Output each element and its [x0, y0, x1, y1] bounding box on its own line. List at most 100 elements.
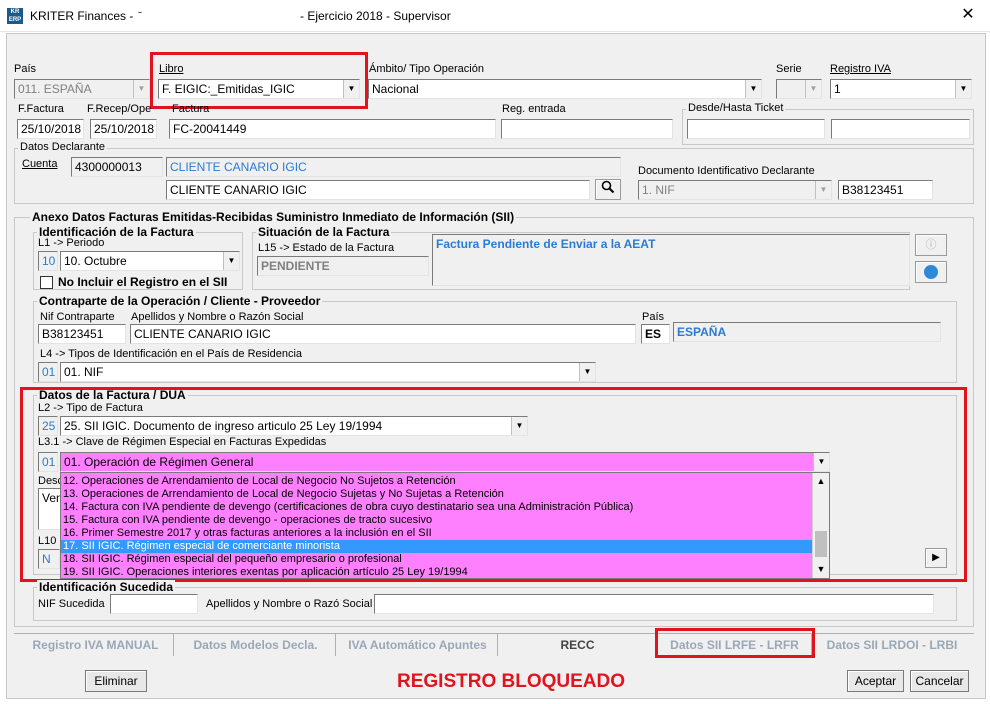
- no-incluir-label: No Incluir el Registro en el SII: [58, 275, 228, 289]
- clave-label: L3.1 -> Clave de Régimen Especial en Fac…: [38, 436, 327, 448]
- cliente-name-input[interactable]: CLIENTE CANARIO IGIC: [166, 180, 590, 200]
- estado-value: PENDIENTE: [257, 256, 429, 276]
- datos-factura-title: Datos de la Factura / DUA: [37, 388, 188, 402]
- estado-label: L15 -> Estado de la Factura: [258, 242, 395, 254]
- ambito-label: Ámbito/ Tipo Operación: [369, 63, 484, 75]
- next-button[interactable]: ▶: [925, 548, 947, 568]
- tab-datos-sii-lrfe[interactable]: Datos SII LRFE - LRFR: [658, 634, 812, 656]
- chevron-down-icon[interactable]: ▼: [815, 181, 831, 199]
- doc-type-select[interactable]: 1. NIF ▼: [638, 180, 832, 200]
- tipos-id-select[interactable]: 01. NIF ▼: [60, 362, 596, 382]
- tab-registro-iva-manual[interactable]: Registro IVA MANUAL: [18, 634, 174, 656]
- serie-label: Serie: [776, 63, 802, 75]
- chevron-down-icon[interactable]: ▼: [813, 561, 829, 578]
- chevron-down-icon[interactable]: ▼: [579, 363, 595, 381]
- periodo-select[interactable]: 10. Octubre ▼: [60, 251, 240, 271]
- chevron-down-icon[interactable]: ▼: [223, 252, 239, 270]
- cuenta-input[interactable]: 4300000013: [71, 157, 163, 177]
- doc-value-input[interactable]: B38123451: [838, 180, 933, 200]
- nif-sucedida-label: NIF Sucedida: [38, 598, 105, 610]
- aceptar-button[interactable]: Aceptar: [847, 670, 904, 692]
- frecep-input[interactable]: 25/10/2018: [90, 119, 157, 139]
- ambito-select[interactable]: Nacional ▼: [368, 79, 762, 99]
- play-right-icon: ▶: [932, 552, 940, 563]
- info-button[interactable]: ⓘ: [915, 234, 947, 256]
- eliminar-button[interactable]: Eliminar: [85, 670, 147, 692]
- reg-entrada-input[interactable]: [501, 119, 673, 139]
- ticket-label: Desde/Hasta Ticket: [686, 102, 786, 114]
- nif-input[interactable]: B38123451: [38, 324, 126, 344]
- chevron-down-icon[interactable]: ▼: [805, 80, 821, 98]
- factura-label: Factura: [172, 103, 210, 115]
- pais-code-input[interactable]: ES: [641, 324, 670, 344]
- doc-label: Documento Identificativo Declarante: [638, 165, 815, 177]
- list-item[interactable]: 18. SII IGIC. Régimen especial del peque…: [61, 553, 829, 566]
- cuenta-label: Cuenta: [22, 158, 58, 170]
- search-button[interactable]: [595, 179, 621, 200]
- web-button[interactable]: [915, 261, 947, 283]
- factura-input[interactable]: FC-20041449: [169, 119, 496, 139]
- no-incluir-checkbox[interactable]: [40, 276, 53, 289]
- sucedida-nombre-input[interactable]: [374, 594, 934, 614]
- nombre-input[interactable]: CLIENTE CANARIO IGIC: [130, 324, 636, 344]
- chevron-up-icon[interactable]: ▲: [813, 473, 829, 490]
- tipo-factura-select[interactable]: 25. SII IGIC. Documento de ingreso artic…: [60, 416, 528, 436]
- ticket-from-input[interactable]: [687, 119, 825, 139]
- pais-label: País: [14, 63, 37, 75]
- tipo-factura-label: L2 -> Tipo de Factura: [38, 402, 143, 414]
- estado-desc: Factura Pendiente de Enviar a la AEAT: [432, 234, 910, 286]
- situacion-title: Situación de la Factura: [256, 225, 392, 239]
- nif-sucedida-input[interactable]: [110, 594, 198, 614]
- ffactura-label: F.Factura: [18, 103, 64, 115]
- serie-select[interactable]: ▼: [776, 79, 822, 99]
- libro-select[interactable]: F. EIGIC:_Emitidas_IGIC ▼: [158, 79, 360, 99]
- tab-datos-sii-lrdoi[interactable]: Datos SII LRDOI - LRBI: [814, 634, 970, 656]
- sucedida-title: Identificación Sucedida: [37, 580, 176, 594]
- blocked-status: REGISTRO BLOQUEADO: [397, 671, 626, 692]
- declarante-title: Datos Declarante: [18, 141, 107, 153]
- contraparte-title: Contraparte de la Operación / Cliente - …: [37, 294, 323, 308]
- close-icon[interactable]: ✕: [956, 4, 980, 26]
- list-item-selected[interactable]: 17. SII IGIC. Régimen especial de comerc…: [61, 540, 829, 553]
- clave-select[interactable]: 01. Operación de Régimen General ▼: [60, 452, 830, 472]
- l10-label: L10: [38, 535, 57, 547]
- chevron-down-icon[interactable]: ▼: [745, 80, 761, 98]
- scrollbar-thumb[interactable]: [815, 531, 827, 557]
- clave-code: 01: [38, 452, 58, 472]
- list-item[interactable]: 13. Operaciones de Arrendamiento de Loca…: [61, 488, 829, 501]
- tab-recc[interactable]: RECC: [500, 634, 656, 656]
- list-item[interactable]: 19. SII IGIC. Operaciones interiores exe…: [61, 566, 829, 578]
- pais-contraparte-label: País: [642, 311, 665, 323]
- nombre-label: Apellidos y Nombre o Razón Social: [131, 311, 304, 323]
- pais-name: ESPAÑA: [673, 322, 941, 342]
- title-bar: KR ERP KRITER Finances - ̄ - Ejercicio 2…: [0, 0, 990, 32]
- tipo-factura-code: 25: [38, 416, 58, 436]
- chevron-down-icon[interactable]: ▼: [955, 80, 971, 98]
- search-icon: [601, 180, 615, 194]
- sii-title: Anexo Datos Facturas Emitidas-Recibidas …: [30, 210, 517, 224]
- periodo-code: 10: [38, 251, 58, 271]
- pais-select[interactable]: 011. ESPAÑA ▼: [14, 79, 150, 99]
- l10-code: N: [38, 549, 60, 569]
- reg-entrada-label: Reg. entrada: [502, 103, 566, 115]
- chevron-down-icon[interactable]: ▼: [813, 453, 829, 471]
- chevron-down-icon[interactable]: ▼: [133, 80, 149, 98]
- ticket-to-input[interactable]: [831, 119, 970, 139]
- list-item[interactable]: 12. Operaciones de Arrendamiento de Loca…: [61, 475, 829, 488]
- info-icon: ⓘ: [925, 239, 937, 251]
- dropdown-scrollbar[interactable]: ▲ ▼: [812, 473, 829, 578]
- list-item[interactable]: 16. Primer Semestre 2017 y otras factura…: [61, 527, 829, 540]
- tipos-id-code: 01: [38, 362, 58, 382]
- tab-datos-modelos[interactable]: Datos Modelos Decla.: [176, 634, 336, 656]
- tab-iva-automatico[interactable]: IVA Automático Apuntes: [338, 634, 498, 656]
- cancelar-button[interactable]: Cancelar: [910, 670, 969, 692]
- clave-dropdown-list[interactable]: 12. Operaciones de Arrendamiento de Loca…: [60, 472, 830, 579]
- periodo-label: L1 -> Periodo: [38, 237, 105, 249]
- ffactura-input[interactable]: 25/10/2018: [17, 119, 84, 139]
- chevron-down-icon[interactable]: ▼: [511, 417, 527, 435]
- list-item[interactable]: 15. Factura con IVA pendiente de devengo…: [61, 514, 829, 527]
- list-item[interactable]: 14. Factura con IVA pendiente de devengo…: [61, 501, 829, 514]
- chevron-down-icon[interactable]: ▼: [343, 80, 359, 98]
- registro-iva-select[interactable]: 1 ▼: [830, 79, 972, 99]
- app-logo-icon: KR ERP: [7, 8, 23, 24]
